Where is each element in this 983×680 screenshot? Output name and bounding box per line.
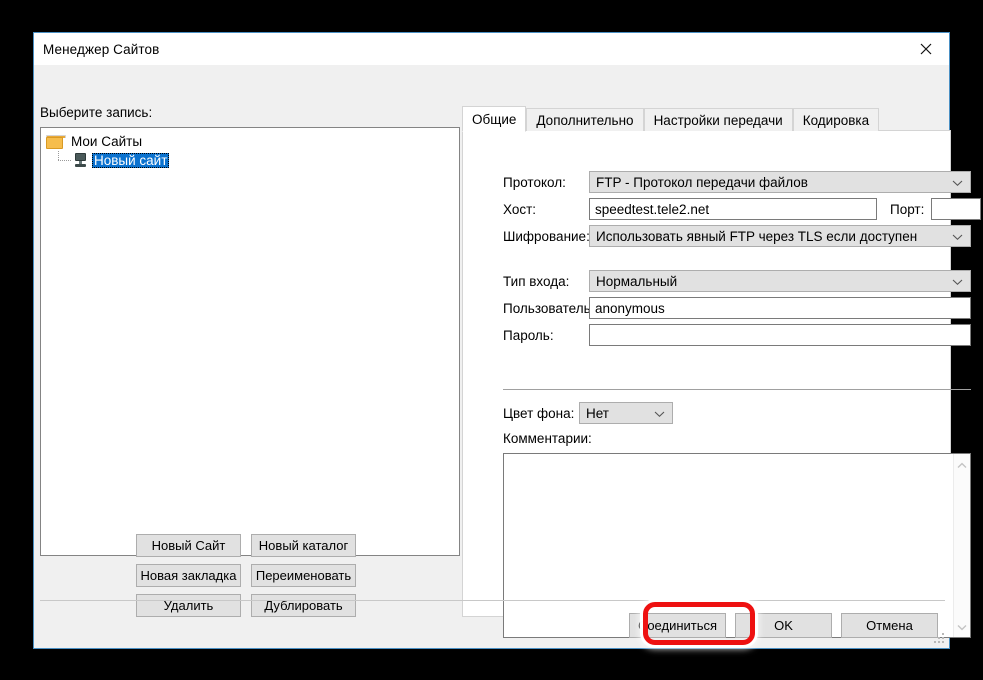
logon-type-label: Тип входа:	[503, 273, 570, 289]
port-input[interactable]	[931, 198, 982, 220]
delete-button[interactable]: Удалить	[136, 594, 241, 617]
comments-box	[503, 453, 971, 638]
background-color-label: Цвет фона:	[503, 405, 575, 421]
site-tree[interactable]: Мои Сайты Новый сайт	[40, 127, 460, 556]
chevron-down-icon	[952, 274, 963, 289]
background-color-select[interactable]: Нет	[579, 402, 673, 424]
host-label: Хост:	[503, 201, 537, 217]
chevron-down-icon	[952, 229, 963, 244]
title-bar: Менеджер Сайтов	[34, 33, 949, 65]
protocol-row: Протокол: FTP - Протокол передачи файлов	[503, 171, 971, 193]
server-icon	[74, 153, 87, 168]
chevron-down-icon	[952, 175, 963, 190]
chevron-down-icon	[654, 406, 665, 421]
logon-type-row: Тип входа: Нормальный	[503, 270, 971, 292]
tab-advanced[interactable]: Дополнительно	[526, 108, 644, 131]
background-color-row: Цвет фона: Нет	[503, 402, 673, 424]
encryption-select[interactable]: Использовать явный FTP через TLS если до…	[589, 225, 971, 247]
logon-type-select[interactable]: Нормальный	[589, 270, 971, 292]
logon-type-value: Нормальный	[596, 273, 678, 289]
select-entry-label: Выберите запись:	[40, 105, 153, 120]
user-label: Пользователь:	[503, 300, 595, 316]
protocol-value: FTP - Протокол передачи файлов	[596, 174, 808, 190]
dialog-body: Выберите запись: Мои Сайты Новый сайт Но…	[34, 65, 982, 648]
user-row: Пользователь: anonymous	[503, 297, 971, 319]
duplicate-button[interactable]: Дублировать	[251, 594, 356, 617]
user-input[interactable]: anonymous	[589, 297, 971, 319]
new-folder-button[interactable]: Новый каталог	[251, 534, 356, 557]
protocol-label: Протокол:	[503, 174, 566, 190]
comments-scrollbar[interactable]	[953, 454, 970, 637]
window-title: Менеджер Сайтов	[43, 41, 160, 57]
ok-button[interactable]: OK	[735, 613, 832, 638]
password-row: Пароль:	[503, 324, 971, 346]
cancel-button[interactable]: Отмена	[841, 613, 938, 638]
comments-textarea[interactable]	[504, 454, 953, 637]
host-row: Хост: speedtest.tele2.net Порт:	[503, 198, 982, 220]
section-divider	[503, 389, 971, 390]
general-tab-panel: Протокол: FTP - Протокол передачи файлов…	[462, 130, 982, 638]
port-label: Порт:	[890, 201, 925, 217]
tree-action-buttons: Новый Сайт Новый каталог Новая закладка …	[136, 534, 356, 617]
new-site-button[interactable]: Новый Сайт	[136, 534, 241, 557]
encryption-row: Шифрование: Использовать явный FTP через…	[503, 225, 971, 247]
password-label: Пароль:	[503, 327, 554, 343]
resize-grip[interactable]	[934, 633, 946, 645]
scroll-down-icon[interactable]	[957, 619, 967, 634]
comments-label: Комментарии:	[503, 431, 592, 446]
connect-button[interactable]: Соединиться	[629, 613, 726, 638]
dialog-action-buttons: Соединиться OK Отмена	[629, 613, 938, 638]
settings-tab-strip: Общие Дополнительно Настройки передачи К…	[462, 105, 880, 132]
encryption-label: Шифрование:	[503, 228, 590, 244]
scroll-up-icon[interactable]	[957, 457, 967, 472]
tab-charset[interactable]: Кодировка	[792, 108, 880, 131]
tree-child-label: Новый сайт	[92, 153, 170, 168]
host-input[interactable]: speedtest.tele2.net	[589, 198, 877, 220]
password-input[interactable]	[589, 324, 971, 346]
tree-root-label: Мои Сайты	[71, 134, 143, 149]
tree-node-root[interactable]: Мои Сайты	[41, 132, 459, 151]
tab-transfer[interactable]: Настройки передачи	[643, 108, 793, 131]
tab-general[interactable]: Общие	[462, 106, 527, 132]
tree-node-new-site[interactable]: Новый сайт	[41, 151, 459, 170]
encryption-value: Использовать явный FTP через TLS если до…	[596, 228, 918, 244]
bottom-divider	[40, 600, 945, 601]
protocol-select[interactable]: FTP - Протокол передачи файлов	[589, 171, 971, 193]
tree-connector-icon	[54, 151, 74, 170]
new-bookmark-button[interactable]: Новая закладка	[136, 564, 241, 587]
close-icon	[920, 43, 932, 55]
folder-icon	[46, 134, 66, 149]
close-button[interactable]	[903, 33, 949, 64]
site-manager-dialog: Менеджер Сайтов Выберите запись: Мои Сай…	[33, 32, 982, 649]
background-color-value: Нет	[586, 405, 609, 421]
rename-button[interactable]: Переименовать	[251, 564, 356, 587]
